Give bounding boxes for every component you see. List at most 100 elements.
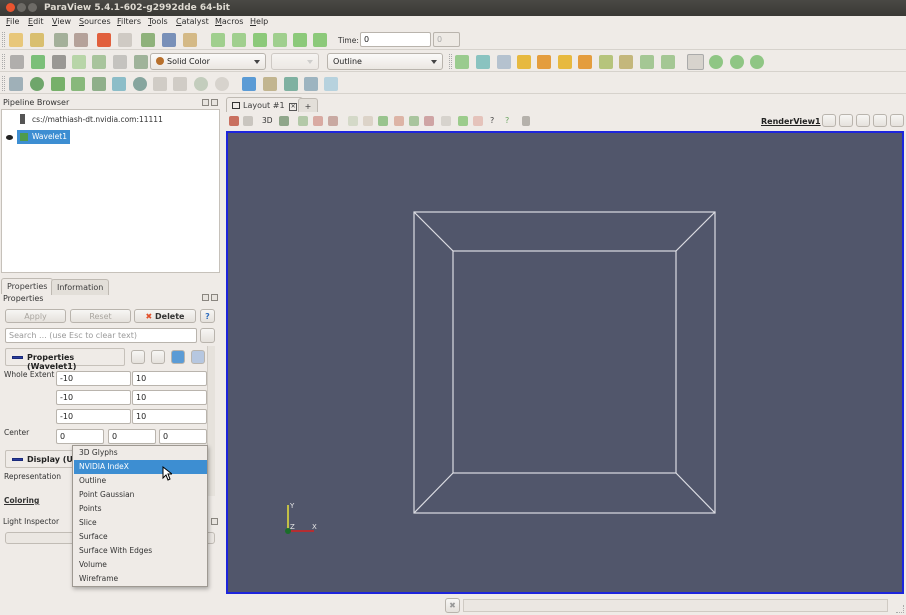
loop-icon[interactable] [313,33,327,47]
toggle-3d-button[interactable]: 3D [262,116,273,125]
warp-by-vector-icon[interactable] [173,77,187,91]
center-x-input[interactable]: 0 [56,429,104,444]
extract-level-icon[interactable] [215,77,229,91]
select-block-icon[interactable] [473,116,483,126]
next-frame-icon[interactable] [273,33,287,47]
glyph-icon[interactable] [133,77,147,91]
rescale-temporal-range-icon[interactable] [113,55,127,69]
view-plus-y-icon[interactable] [558,55,572,69]
first-frame-icon[interactable] [211,33,225,47]
close-panel-icon[interactable] [211,518,218,525]
redo-icon[interactable] [118,33,132,47]
toggle-color-legend-icon[interactable] [10,55,24,69]
undo-icon[interactable] [97,33,111,47]
clear-selection-icon[interactable] [441,116,451,126]
close-tab-icon[interactable]: ✕ [289,103,298,111]
undock-icon[interactable] [202,294,209,301]
rotate-plus-90-icon[interactable] [640,55,654,69]
menu-item-surface-with-edges[interactable]: Surface With Edges [74,544,207,558]
resize-grip-icon[interactable] [896,605,904,613]
select-cells-on-icon[interactable] [298,116,308,126]
find-data-view-icon[interactable] [458,116,468,126]
center-axes-icon[interactable] [709,55,723,69]
menu-item-surface[interactable]: Surface [74,530,207,544]
select-points-through-icon[interactable] [348,116,358,126]
window-minimize-button[interactable] [17,3,26,12]
toolbar-grip[interactable] [2,76,5,91]
close-panel-icon[interactable] [211,294,218,301]
view-minus-z-icon[interactable] [619,55,633,69]
menu-item-outline[interactable]: Outline [74,474,207,488]
representation-select[interactable]: Outline [327,53,443,70]
reset-button[interactable]: Reset [70,309,131,323]
close-view-icon[interactable] [890,114,904,127]
rescale-range-icon[interactable] [52,55,66,69]
delete-button[interactable]: ✖ Delete [134,309,196,323]
menu-edit[interactable]: Edit [28,17,44,26]
center-y-input[interactable]: 0 [108,429,156,444]
visibility-eye-icon[interactable] [6,135,13,140]
rescale-visible-icon[interactable] [134,55,148,69]
delete-selection-icon[interactable] [522,116,530,126]
reset-session-icon[interactable] [141,33,155,47]
tooltip-info-icon[interactable]: ? [505,116,509,125]
color-by-select[interactable]: Solid Color [150,53,266,70]
menu-item-slice[interactable]: Slice [74,516,207,530]
paste-properties-icon[interactable] [151,350,165,364]
contour-icon[interactable] [30,77,44,91]
slice-icon[interactable] [71,77,85,91]
last-frame-icon[interactable] [293,33,307,47]
split-horizontal-icon[interactable] [822,114,836,127]
maximize-view-icon[interactable] [856,114,870,127]
undock-view-icon[interactable] [873,114,887,127]
component-select[interactable] [271,53,319,70]
timestep-spinbox[interactable]: 0 [433,32,460,47]
center-z-input[interactable]: 0 [159,429,207,444]
capture-screenshot-icon[interactable] [229,116,239,126]
play-icon[interactable] [253,33,267,47]
edit-color-map-icon[interactable] [31,55,45,69]
menu-filters[interactable]: Filters [117,17,141,26]
save-defaults-icon[interactable] [191,350,205,364]
extract-selection-icon[interactable] [242,77,256,91]
previous-frame-icon[interactable] [232,33,246,47]
menu-view[interactable]: View [52,17,71,26]
hover-cells-icon[interactable]: ? [490,116,494,125]
restore-defaults-icon[interactable] [171,350,185,364]
view-plus-z-icon[interactable] [599,55,613,69]
open-file-icon[interactable] [9,33,23,47]
menu-file[interactable]: File [6,17,19,26]
toolbar-grip[interactable] [449,54,452,69]
menu-item-point-gaussian[interactable]: Point Gaussian [74,488,207,502]
orientation-axes-toggle-icon[interactable] [687,54,704,70]
window-close-button[interactable] [6,3,15,12]
whole-extent-y-min[interactable]: -10 [56,390,131,405]
rescale-custom-range-icon[interactable] [72,55,86,69]
rescale-visible-range-icon[interactable] [92,55,106,69]
split-vertical-icon[interactable] [839,114,853,127]
connect-icon[interactable] [54,33,68,47]
shrink-selection-icon[interactable] [424,116,434,126]
save-screenshot-icon[interactable] [243,116,253,126]
abort-button-icon[interactable]: ✖ [445,598,460,613]
menu-item-nvidia-index[interactable]: NVIDIA IndeX [74,460,207,474]
menu-sources[interactable]: Sources [79,17,111,26]
view-minus-y-icon[interactable] [578,55,592,69]
tab-layout-1[interactable]: Layout #1 ✕ [226,97,304,112]
find-data-icon[interactable] [162,33,176,47]
pick-center-icon[interactable] [750,55,764,69]
toolbar-grip[interactable] [2,32,5,47]
whole-extent-z-max[interactable]: 10 [132,409,207,424]
reset-camera-icon[interactable] [455,55,469,69]
window-maximize-button[interactable] [28,3,37,12]
threshold-icon[interactable] [92,77,106,91]
select-interactive-icon[interactable] [378,116,388,126]
view-name-label[interactable]: RenderView1 [761,117,821,126]
select-cells-through-icon[interactable] [328,116,338,126]
search-input[interactable]: Search ... (use Esc to clear text) [5,328,197,343]
camera-undo-icon[interactable] [279,116,289,126]
tab-properties[interactable]: Properties [1,278,54,294]
menu-catalyst[interactable]: Catalyst [176,17,209,26]
rotate-minus-90-icon[interactable] [661,55,675,69]
menu-item-wireframe[interactable]: Wireframe [74,572,207,586]
